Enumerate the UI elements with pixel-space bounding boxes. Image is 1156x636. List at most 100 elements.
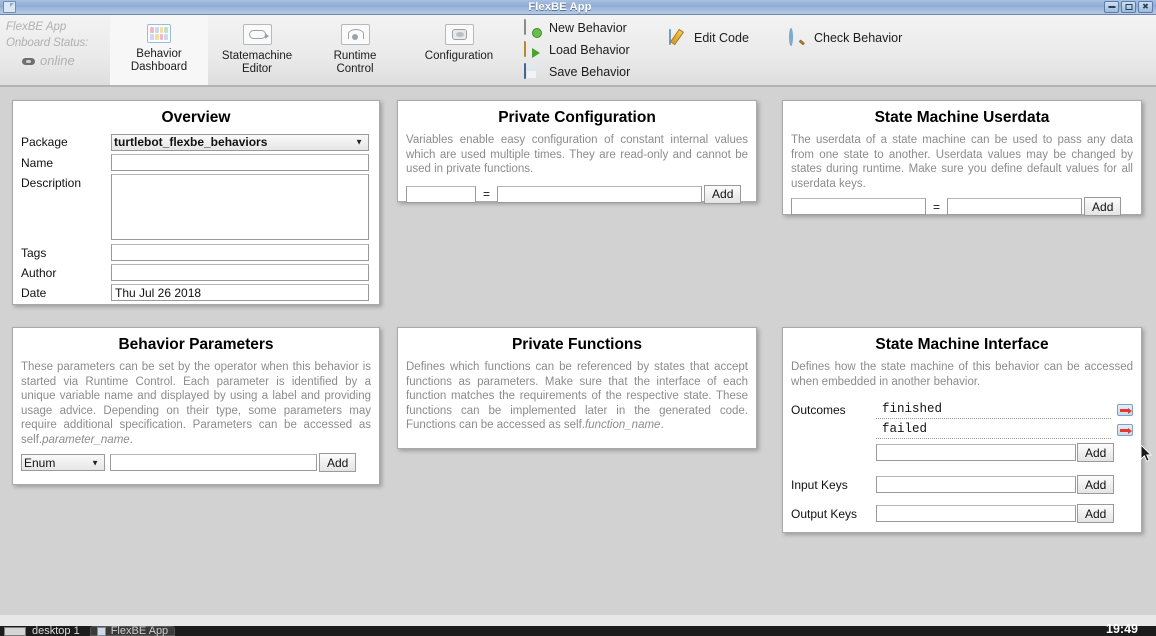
outcome-arrow-icon[interactable]	[1117, 404, 1133, 416]
taskbar-desktop-label[interactable]: desktop 1	[32, 625, 80, 636]
author-input[interactable]	[111, 264, 369, 281]
taskbar-strip: desktop 1 FlexBE App 19:49	[0, 622, 1156, 636]
output-keys-input[interactable]	[876, 505, 1076, 522]
outcome-add-button[interactable]: Add	[1077, 443, 1115, 462]
description-label: Description	[21, 176, 82, 190]
document-icon	[3, 1, 16, 13]
menu-new-behavior[interactable]: New Behavior	[524, 19, 659, 37]
state-machine-userdata-description: The userdata of a state machine can be u…	[791, 134, 1133, 190]
floppy-disk-icon	[524, 63, 541, 80]
open-folder-icon	[524, 41, 541, 58]
userdata-add-button[interactable]: Add	[1084, 197, 1122, 216]
private-functions-description: Defines which functions can be reference…	[406, 360, 748, 433]
outcome-row: finished	[876, 401, 1133, 419]
private-functions-description-italic: function_name	[585, 419, 661, 431]
configuration-icon	[444, 24, 474, 45]
state-machine-interface-title: State Machine Interface	[875, 336, 1049, 353]
statemachine-icon	[242, 24, 272, 45]
minimize-icon[interactable]	[1104, 1, 1119, 13]
package-select-wrap: turtlebot_flexbe_behaviors	[111, 133, 369, 151]
outcome-name[interactable]: finished	[876, 401, 1111, 419]
author-label: Author	[21, 265, 57, 280]
onboard-status-label: Onboard Status:	[6, 37, 89, 49]
description-textarea[interactable]	[111, 174, 369, 240]
tab-behavior-dashboard[interactable]: Behavior Dashboard	[110, 15, 208, 85]
edit-menu-group: Edit Code	[659, 15, 779, 85]
parameter-add-button[interactable]: Add	[319, 453, 357, 472]
menu-save-behavior-label: Save Behavior	[549, 65, 631, 79]
private-config-key-input[interactable]	[406, 185, 476, 203]
connection-status: online	[6, 53, 110, 69]
behavior-parameters-description: These parameters can be set by the opera…	[21, 360, 371, 447]
private-configuration-title: Private Configuration	[498, 109, 656, 126]
parameter-type-select[interactable]: Enum	[21, 454, 105, 471]
tab-runtime-control-line2: Control	[336, 63, 374, 75]
tags-label: Tags	[21, 245, 47, 260]
outcome-row: failed	[876, 421, 1133, 439]
parameter-type-select-wrap: Enum	[21, 454, 105, 472]
package-select[interactable]: turtlebot_flexbe_behaviors	[111, 133, 369, 151]
private-functions-description-part2: .	[660, 419, 664, 431]
dashboard-area: Overview Package turtlebot_flexbe_behavi…	[0, 87, 1156, 615]
state-machine-interface-description: Defines how the state machine of this be…	[791, 361, 1133, 388]
name-label: Name	[21, 155, 54, 170]
userdata-key-input[interactable]	[791, 198, 926, 215]
menu-check-behavior-label: Check Behavior	[814, 31, 903, 45]
window-controls: ✖	[1104, 1, 1153, 13]
outcome-new-input[interactable]	[876, 444, 1076, 461]
overview-card: Overview Package turtlebot_flexbe_behavi…	[12, 100, 380, 305]
pencil-icon	[669, 29, 686, 46]
maximize-icon[interactable]	[1121, 1, 1136, 13]
taskbar-clock: 19:49	[1106, 622, 1138, 636]
outcome-arrow-icon[interactable]	[1117, 424, 1133, 436]
private-config-add-button[interactable]: Add	[704, 184, 742, 204]
userdata-equals: =	[933, 199, 941, 214]
state-machine-userdata-title: State Machine Userdata	[874, 109, 1050, 126]
menu-load-behavior[interactable]: Load Behavior	[524, 41, 659, 59]
close-icon[interactable]: ✖	[1138, 1, 1153, 13]
private-config-equals: =	[483, 187, 491, 201]
parameter-name-input[interactable]	[110, 454, 317, 471]
menu-load-behavior-label: Load Behavior	[549, 43, 630, 57]
magnifier-icon	[789, 28, 806, 46]
tab-statemachine-editor[interactable]: Statemachine Editor	[208, 15, 306, 85]
menu-edit-code[interactable]: Edit Code	[669, 29, 779, 47]
menu-new-behavior-label: New Behavior	[549, 21, 627, 35]
tab-configuration[interactable]: Configuration	[404, 15, 514, 85]
menu-check-behavior[interactable]: Check Behavior	[789, 28, 959, 47]
tags-input[interactable]	[111, 244, 369, 261]
name-input[interactable]	[111, 154, 369, 171]
connection-status-label: online	[40, 53, 75, 68]
output-keys-add-button[interactable]: Add	[1077, 504, 1115, 523]
tab-runtime-control[interactable]: Runtime Control	[306, 15, 404, 85]
tab-statemachine-editor-line1: Statemachine	[221, 50, 293, 62]
state-machine-interface-card: State Machine Interface Defines how the …	[782, 327, 1142, 533]
input-keys-input[interactable]	[876, 476, 1076, 493]
menu-save-behavior[interactable]: Save Behavior	[524, 63, 659, 81]
date-label: Date	[21, 285, 47, 300]
package-label: Package	[21, 135, 68, 149]
private-functions-description-part1: Defines which functions can be reference…	[406, 361, 748, 431]
behavior-parameters-description-part2: .	[129, 433, 133, 446]
show-desktop-icon[interactable]	[4, 626, 26, 636]
private-functions-card: Private Functions Defines which function…	[397, 327, 757, 449]
outcome-name[interactable]: failed	[876, 421, 1111, 439]
window-title: FlexBE App	[528, 1, 592, 13]
input-keys-label: Input Keys	[791, 477, 848, 492]
private-config-value-input[interactable]	[497, 185, 703, 203]
output-keys-label: Output Keys	[791, 506, 858, 521]
date-input[interactable]	[111, 284, 369, 301]
behavior-parameters-title: Behavior Parameters	[118, 336, 274, 353]
main-toolbar: FlexBE App Onboard Status: online Behavi…	[0, 15, 1156, 87]
onboard-status-block: FlexBE App Onboard Status: online	[0, 15, 110, 85]
behavior-parameters-card: Behavior Parameters These parameters can…	[12, 327, 380, 485]
tab-configuration-line1: Configuration	[424, 50, 494, 62]
taskbar-task-flexbe-app[interactable]: FlexBE App	[89, 625, 176, 636]
check-menu-group: Check Behavior	[779, 15, 959, 85]
tab-behavior-dashboard-line1: Behavior	[136, 48, 182, 60]
new-document-icon	[524, 19, 541, 36]
window-titlebar: FlexBE App ✖	[0, 0, 1156, 15]
userdata-value-input[interactable]	[947, 198, 1083, 215]
app-name-label: FlexBE App	[6, 21, 67, 33]
input-keys-add-button[interactable]: Add	[1077, 475, 1115, 494]
